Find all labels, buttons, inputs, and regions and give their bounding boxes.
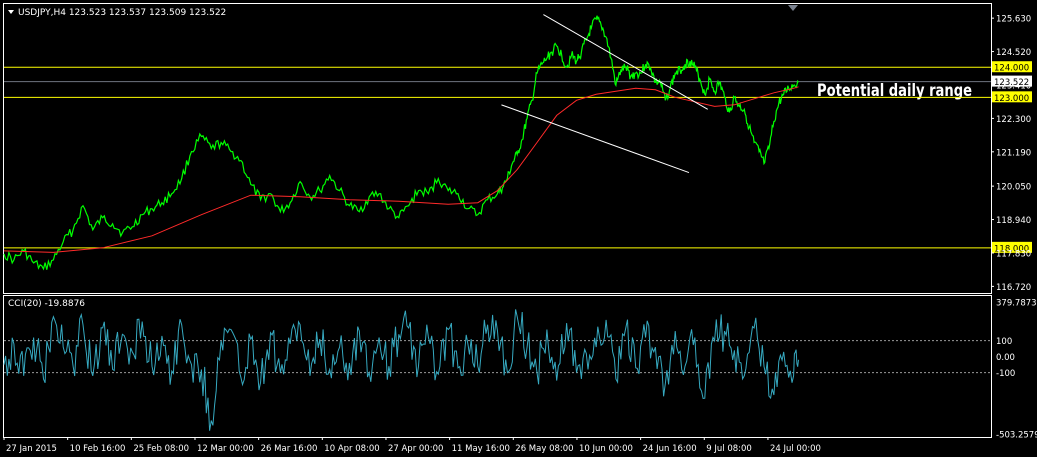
- level-label: 124.000: [994, 64, 1029, 74]
- symbol-header: USDJPY,H4 123.523 123.537 123.509 123.52…: [18, 8, 226, 18]
- cci-indicator-label: CCI(20) -19.8876: [8, 299, 85, 309]
- price-tick-label: 118.940: [996, 216, 1031, 226]
- chart-window: USDJPY,H4 123.523 123.537 123.509 123.52…: [3, 3, 1037, 454]
- price-pane-frame: [3, 3, 992, 294]
- potential-daily-range-annotation: Potential daily range: [817, 81, 972, 101]
- time-tick-label: 27 Apr 00:00: [388, 444, 443, 454]
- price-tick-label: 117.830: [996, 249, 1031, 259]
- price-tick-label: 120.050: [996, 183, 1031, 193]
- time-tick-label: 27 Jan 2015: [6, 444, 57, 454]
- time-tick-label: 24 Jul 00:00: [770, 444, 821, 454]
- price-line: [3, 15, 799, 271]
- price-tick-label: 121.190: [996, 148, 1031, 158]
- chart-menu-triangle-icon[interactable]: [8, 10, 14, 14]
- chart-shift-marker-icon[interactable]: [788, 5, 798, 11]
- time-tick-label: 24 Jun 16:00: [643, 444, 697, 454]
- price-axis: 124.000123.000118.000125.630124.520123.4…: [991, 15, 1032, 293]
- cci-tick-label: 379.7873: [996, 299, 1037, 309]
- price-tick-label: 124.520: [996, 48, 1031, 58]
- current-price-label: 123.522: [994, 78, 1029, 88]
- trend-line-2: [501, 104, 690, 174]
- price-tick-label: 116.720: [996, 283, 1031, 293]
- trend-line-1: [543, 14, 708, 110]
- cci-tick-label: -503.2579: [996, 431, 1037, 441]
- time-tick-label: 26 May 08:00: [515, 444, 573, 454]
- time-tick-label: 25 Feb 08:00: [133, 444, 189, 454]
- time-tick-label: 12 Mar 00:00: [197, 444, 254, 454]
- price-series-group: [3, 15, 799, 271]
- cci-line: [3, 309, 799, 431]
- cci-axis: 379.7873 100 0.00 -100 -503.2579: [996, 299, 1037, 441]
- cci-tick-label: -100: [996, 369, 1015, 379]
- cci-tick-label: 0.00: [996, 353, 1015, 363]
- time-tick-label: 10 Feb 16:00: [70, 444, 126, 454]
- time-tick-label: 11 May 16:00: [452, 444, 510, 454]
- level-label: 123.000: [994, 94, 1029, 104]
- price-tick-label: 122.300: [996, 115, 1031, 125]
- cci-tick-label: 100: [996, 337, 1012, 347]
- time-tick-label: 26 Mar 16:00: [261, 444, 318, 454]
- time-tick-label: 9 Jul 08:00: [706, 444, 752, 454]
- time-tick-label: 10 Apr 08:00: [324, 444, 379, 454]
- time-tick-label: 10 Jun 00:00: [579, 444, 633, 454]
- cci-series-group: [3, 309, 799, 431]
- price-tick-label: 125.630: [996, 15, 1031, 25]
- time-axis: 27 Jan 2015 10 Feb 16:00 25 Feb 08:00 12 Ma…: [3, 437, 821, 454]
